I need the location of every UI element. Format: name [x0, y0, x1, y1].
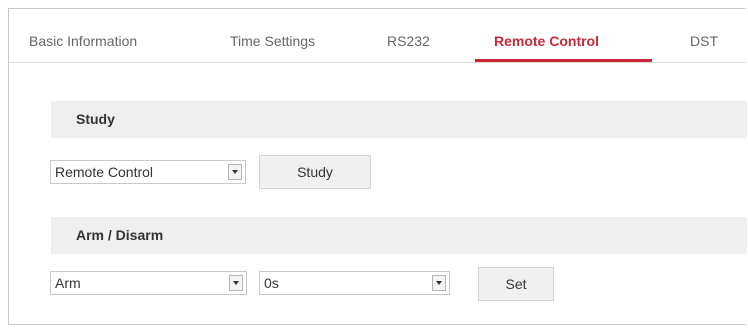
- study-button[interactable]: Study: [259, 155, 371, 189]
- arm-mode-select[interactable]: Arm: [50, 271, 247, 295]
- arm-disarm-section-title: Arm / Disarm: [76, 227, 164, 243]
- tab-rs232[interactable]: RS232: [387, 33, 430, 49]
- arm-mode-value: Arm: [55, 275, 81, 291]
- active-tab-indicator: [475, 59, 652, 62]
- chevron-down-icon[interactable]: [228, 164, 242, 180]
- study-select-value: Remote Control: [55, 164, 154, 180]
- chevron-down-icon[interactable]: [229, 275, 243, 291]
- tab-time-settings[interactable]: Time Settings: [230, 33, 315, 49]
- tab-bar: Basic Information Time Settings RS232 Re…: [9, 9, 746, 63]
- study-section-title: Study: [76, 111, 115, 127]
- study-select[interactable]: Remote Control: [50, 160, 246, 184]
- delay-select[interactable]: 0s: [259, 271, 450, 295]
- set-button[interactable]: Set: [478, 267, 554, 301]
- remote-control-panel: Basic Information Time Settings RS232 Re…: [8, 8, 747, 325]
- chevron-down-icon[interactable]: [432, 275, 446, 291]
- arm-disarm-section-header: Arm / Disarm: [51, 217, 747, 254]
- tab-basic-information[interactable]: Basic Information: [29, 33, 137, 49]
- tab-remote-control[interactable]: Remote Control: [494, 33, 599, 49]
- study-section-header: Study: [51, 101, 747, 138]
- tab-dst[interactable]: DST: [690, 33, 718, 49]
- delay-value: 0s: [264, 275, 279, 291]
